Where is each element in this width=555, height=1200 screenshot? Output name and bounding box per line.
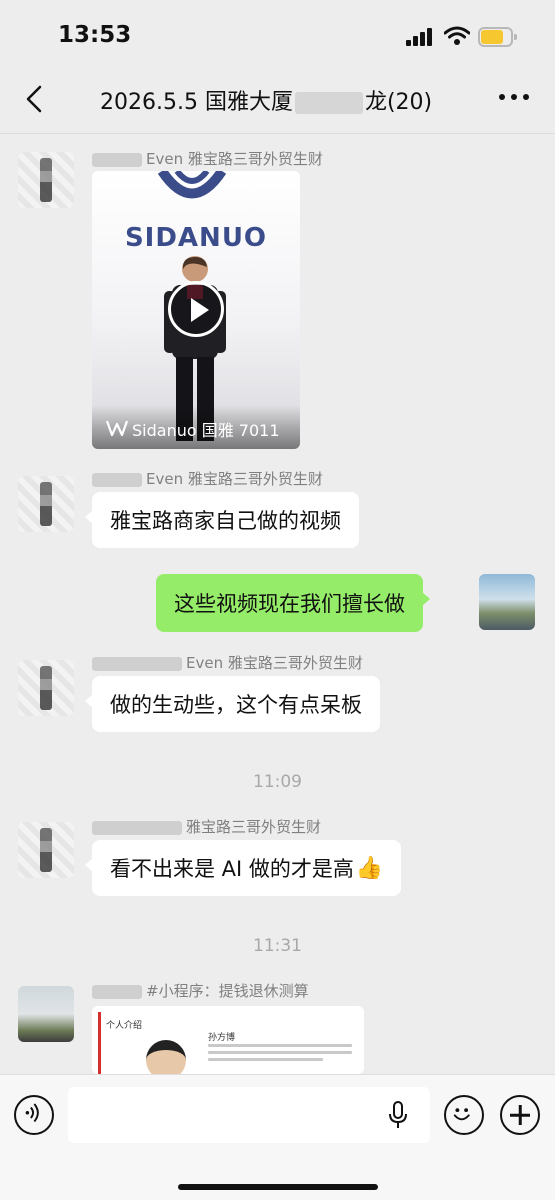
redacted-name (92, 820, 182, 835)
back-icon[interactable] (22, 84, 48, 114)
chat-title-suffix: 龙(20) (364, 90, 433, 115)
emoji-button[interactable] (444, 1095, 484, 1135)
card-text-lines (208, 1044, 352, 1065)
my-avatar[interactable] (479, 574, 535, 630)
card-label: 个人介绍 (106, 1021, 143, 1031)
more-icon[interactable] (499, 94, 531, 104)
chat-title: 2026.5.5 国雅大厦 龙(20) (100, 84, 432, 116)
message-input[interactable] (68, 1087, 430, 1143)
plus-button[interactable] (500, 1095, 540, 1135)
chat-header: 2026.5.5 国雅大厦 龙(20) (0, 62, 555, 134)
video-message-card[interactable]: SIDANUO Sidanuo 国雅 7011 (92, 171, 300, 449)
message-bubble[interactable]: 做的生动些，这个有点呆板 (85, 676, 380, 732)
status-bar: 13:53 (0, 0, 555, 62)
input-bar (0, 1074, 555, 1200)
wifi-icon (444, 26, 470, 45)
status-time: 13:53 (58, 22, 132, 48)
sender-name: Even 雅宝路三哥外贸生财 (92, 468, 323, 489)
avatar[interactable] (18, 476, 74, 532)
redacted-name (92, 472, 142, 487)
play-icon[interactable] (168, 281, 224, 337)
redacted-name (294, 92, 363, 114)
card-name: 孙方博 (208, 1033, 236, 1043)
video-footer: Sidanuo 国雅 7011 (92, 405, 300, 449)
cellular-signal-icon (406, 28, 434, 46)
redacted-name (92, 152, 142, 167)
brand-logo-icon (157, 171, 227, 199)
sender-name: Even 雅宝路三哥外贸生财 (92, 652, 363, 673)
timestamp: 11:09 (253, 772, 302, 792)
timestamp: 11:31 (253, 936, 302, 956)
avatar[interactable] (18, 660, 74, 716)
redacted-name (92, 984, 142, 999)
avatar[interactable] (18, 822, 74, 878)
microphone-icon[interactable] (388, 1101, 408, 1129)
channel-name: Sidanuo 国雅 7011 (132, 421, 280, 440)
message-bubble[interactable]: 看不出来是 AI 做的才是高 👍 (84, 840, 402, 896)
voice-icon (25, 1103, 39, 1123)
sender-name: #小程序：提钱退休测算 (92, 980, 309, 1001)
my-message-bubble[interactable]: 这些视频现在我们擅长做 (156, 574, 430, 632)
emoji-icon (453, 1108, 470, 1121)
sender-name: Even 雅宝路三哥外贸生财 (92, 148, 323, 169)
home-indicator (178, 1184, 378, 1190)
chat-title-prefix: 2026.5.5 国雅大厦 (100, 90, 293, 115)
avatar[interactable] (18, 152, 74, 208)
mini-program-card[interactable]: 个人介绍 孙方博 (92, 1006, 364, 1074)
avatar[interactable] (18, 986, 74, 1042)
voice-toggle-button[interactable] (14, 1095, 54, 1135)
thumbs-up-icon: 👍 (355, 855, 384, 881)
message-bubble[interactable]: 雅宝路商家自己做的视频 (85, 492, 359, 548)
sender-name: 雅宝路三哥外贸生财 (92, 816, 321, 837)
channels-icon (106, 420, 128, 437)
battery-icon (478, 27, 518, 47)
profile-photo (146, 1040, 186, 1074)
redacted-name (92, 656, 182, 671)
